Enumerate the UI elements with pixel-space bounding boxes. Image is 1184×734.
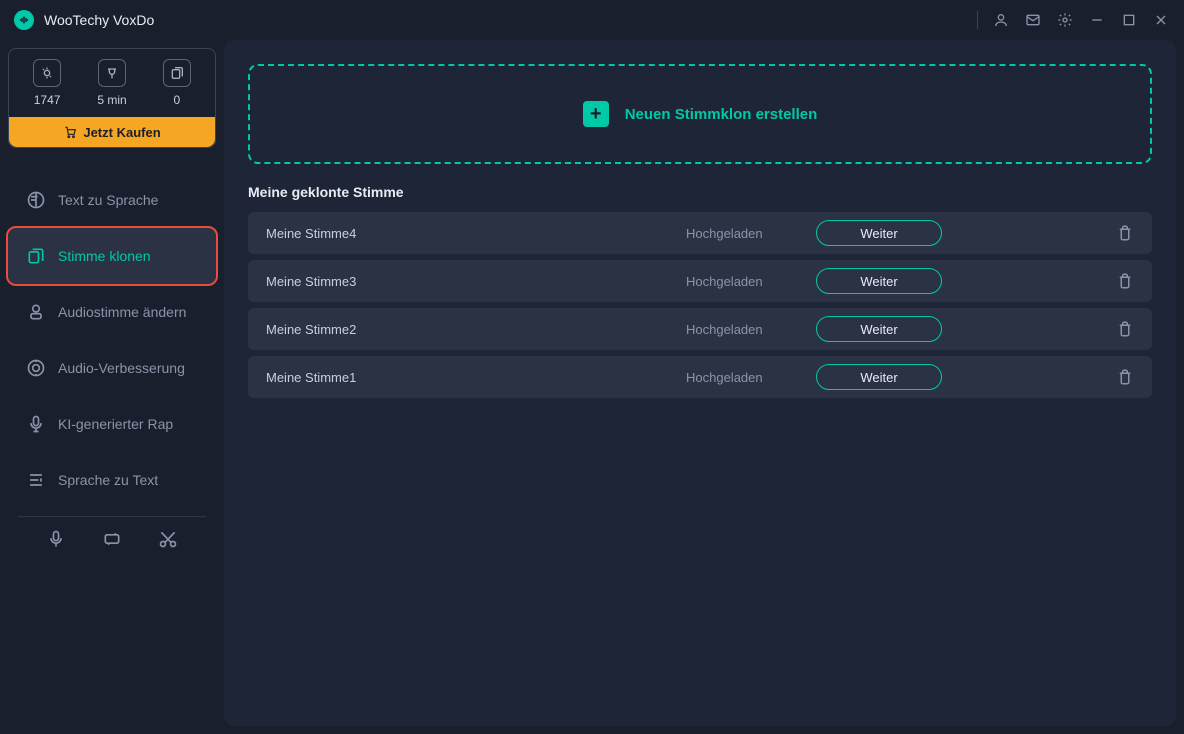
credit-box: 1747 5 min 0 Jetzt Kaufen (8, 48, 216, 148)
voice-status: Hochgeladen (686, 322, 816, 337)
voice-list: Meine Stimme4 Hochgeladen Weiter Meine S… (248, 212, 1152, 398)
voice-status: Hochgeladen (686, 274, 816, 289)
nav-text-to-speech[interactable]: Text zu Sprache (8, 172, 216, 228)
nav-label: Stimme klonen (58, 248, 151, 264)
maximize-button[interactable] (1120, 11, 1138, 29)
delete-icon[interactable] (1116, 272, 1134, 290)
buy-button-label: Jetzt Kaufen (83, 125, 160, 140)
settings-icon[interactable] (1056, 11, 1074, 29)
voice-name: Meine Stimme4 (266, 226, 686, 241)
delete-icon[interactable] (1116, 224, 1134, 242)
nav-voice-change[interactable]: Audiostimme ändern (8, 284, 216, 340)
create-clone-button[interactable]: + Neuen Stimmklon erstellen (248, 64, 1152, 164)
close-button[interactable] (1152, 11, 1170, 29)
buy-button[interactable]: Jetzt Kaufen (9, 117, 215, 147)
speech-to-text-icon (26, 470, 46, 490)
voice-status: Hochgeladen (686, 226, 816, 241)
voice-row: Meine Stimme4 Hochgeladen Weiter (248, 212, 1152, 254)
nav-audio-enhance[interactable]: Audio-Verbesserung (8, 340, 216, 396)
nav-label: Text zu Sprache (58, 192, 158, 208)
nav-label: Sprache zu Text (58, 472, 158, 488)
ai-rap-icon (26, 414, 46, 434)
nav-ai-rap[interactable]: KI-generierter Rap (8, 396, 216, 452)
credit-characters: 1747 (33, 59, 61, 107)
nav-divider (18, 516, 206, 517)
voice-row: Meine Stimme1 Hochgeladen Weiter (248, 356, 1152, 398)
nav-speech-to-text[interactable]: Sprache zu Text (8, 452, 216, 508)
plus-icon: + (583, 101, 609, 127)
voice-status: Hochgeladen (686, 370, 816, 385)
credit-clones: 0 (163, 59, 191, 107)
app-logo (14, 10, 34, 30)
voice-change-icon (26, 302, 46, 322)
app-title: WooTechy VoxDo (44, 12, 154, 28)
audio-enhance-icon (26, 358, 46, 378)
voice-name: Meine Stimme1 (266, 370, 686, 385)
create-clone-label: Neuen Stimmklon erstellen (625, 106, 818, 123)
section-title: Meine geklonte Stimme (248, 184, 1152, 200)
continue-button[interactable]: Weiter (816, 220, 942, 246)
continue-button[interactable]: Weiter (816, 268, 942, 294)
minutes-icon (98, 59, 126, 87)
cut-tool-icon[interactable] (158, 529, 178, 549)
voice-name: Meine Stimme3 (266, 274, 686, 289)
nav-label: KI-generierter Rap (58, 416, 173, 432)
text-to-speech-icon (26, 190, 46, 210)
credit-minutes: 5 min (97, 59, 126, 107)
account-icon[interactable] (992, 11, 1010, 29)
voice-row: Meine Stimme3 Hochgeladen Weiter (248, 260, 1152, 302)
nav-label: Audio-Verbesserung (58, 360, 185, 376)
nav-label: Audiostimme ändern (58, 304, 186, 320)
voice-name: Meine Stimme2 (266, 322, 686, 337)
sidebar: 1747 5 min 0 Jetzt Kaufen Text zu Sprach (0, 40, 224, 734)
clones-icon (163, 59, 191, 87)
minimize-button[interactable] (1088, 11, 1106, 29)
delete-icon[interactable] (1116, 368, 1134, 386)
continue-button[interactable]: Weiter (816, 316, 942, 342)
clone-voice-icon (26, 246, 46, 266)
loop-tool-icon[interactable] (102, 529, 122, 549)
voice-row: Meine Stimme2 Hochgeladen Weiter (248, 308, 1152, 350)
nav-clone-voice[interactable]: Stimme klonen (8, 228, 216, 284)
mail-icon[interactable] (1024, 11, 1042, 29)
mic-tool-icon[interactable] (46, 529, 66, 549)
continue-button[interactable]: Weiter (816, 364, 942, 390)
delete-icon[interactable] (1116, 320, 1134, 338)
characters-icon (33, 59, 61, 87)
titlebar: WooTechy VoxDo (0, 0, 1184, 40)
main-panel: + Neuen Stimmklon erstellen Meine geklon… (224, 40, 1176, 726)
